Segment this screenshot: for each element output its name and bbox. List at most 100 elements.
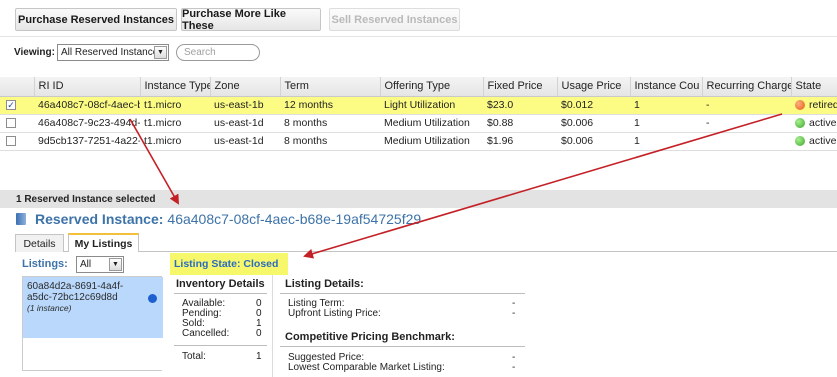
header-offering-type[interactable]: Offering Type: [380, 77, 484, 97]
upfront-price-value: -: [512, 308, 516, 319]
tab-my-listings[interactable]: My Listings: [68, 233, 139, 252]
cell-instance-count: 1: [630, 96, 702, 115]
state-label: active: [809, 135, 837, 147]
header-ri-id[interactable]: RI ID: [34, 77, 141, 97]
header-instance-count[interactable]: Instance Cou: [630, 77, 703, 97]
header-instance-type[interactable]: Instance Type: [140, 77, 211, 97]
search-input[interactable]: Search: [176, 44, 260, 61]
purchase-more-like-these-button[interactable]: Purchase More Like These: [181, 8, 321, 32]
cancelled-label: Cancelled:: [182, 328, 230, 339]
title-prefix: Reserved Instance:: [35, 211, 164, 227]
listing-id-line-1: 60a84d2a-8691-4a4f-: [27, 281, 124, 292]
chevron-down-icon[interactable]: ▼: [154, 46, 167, 59]
divider: [174, 345, 267, 346]
cell-usage-price: $0.006: [557, 114, 630, 133]
divider: [280, 293, 525, 294]
cell-zone: us-east-1d: [210, 114, 280, 133]
cell-ri-id: 46a408c7-08cf-4aec-b6: [34, 96, 140, 115]
header-select: [0, 77, 35, 97]
reserved-instances-table: RI ID Instance Type Zone Term Offering T…: [0, 77, 837, 151]
tab-details[interactable]: Details: [15, 234, 64, 252]
selection-summary-bar: 1 Reserved Instance selected: [0, 190, 837, 208]
cell-recurring-charges: -: [702, 96, 791, 115]
state-label: retired: [809, 99, 837, 111]
cell-instance-count: 1: [630, 132, 702, 151]
cell-term: 12 months: [280, 96, 380, 115]
cell-instance-count: 1: [630, 114, 702, 133]
status-active-icon: [795, 136, 805, 147]
list-item[interactable]: 60a84d2a-8691-4a4f- a5dc-72bc12c69d8d (1…: [23, 277, 163, 338]
cell-offering-type: Light Utilization: [380, 96, 483, 115]
listing-id-line-2: a5dc-72bc12c69d8d: [27, 292, 118, 303]
reserved-instance-icon: [16, 213, 26, 225]
total-label: Total:: [182, 351, 206, 362]
inventory-details-title: Inventory Details: [176, 278, 265, 290]
row-checkbox[interactable]: [6, 118, 16, 129]
header-state[interactable]: State: [791, 77, 837, 97]
detail-tabs: Details My Listings: [15, 232, 837, 252]
cell-fixed-price: $23.0: [483, 96, 557, 115]
cell-instance-type: t1.micro: [140, 132, 210, 151]
header-usage-price[interactable]: Usage Price: [557, 77, 631, 97]
table-row[interactable]: 46a408c7-9c23-494d-b t1.micro us-east-1d…: [0, 114, 837, 133]
cell-state: retired: [791, 96, 837, 115]
cell-recurring-charges: -: [702, 114, 791, 133]
divider: [272, 275, 273, 377]
cell-state: active: [791, 114, 837, 133]
cell-instance-type: t1.micro: [140, 96, 210, 115]
status-retired-icon: [795, 100, 805, 111]
cell-instance-type: t1.micro: [140, 114, 210, 133]
listings-filter-value: All: [80, 259, 92, 270]
divider: [174, 293, 267, 294]
lowest-listing-label: Lowest Comparable Market Listing:: [288, 362, 445, 373]
header-term[interactable]: Term: [280, 77, 381, 97]
header-recurring-charges[interactable]: Recurring Charges: [702, 77, 792, 97]
viewing-label: Viewing:: [14, 47, 55, 58]
cell-offering-type: Medium Utilization: [380, 132, 483, 151]
cell-term: 8 months: [280, 114, 380, 133]
cell-offering-type: Medium Utilization: [380, 114, 483, 133]
listing-instance-count: (1 instance): [27, 303, 72, 313]
cell-usage-price: $0.012: [557, 96, 630, 115]
viewing-select[interactable]: All Reserved Instances ▼: [57, 44, 169, 61]
lowest-listing-value: -: [512, 362, 516, 373]
page-title: Reserved Instance: 46a408c7-08cf-4aec-b6…: [16, 211, 421, 227]
cell-fixed-price: $1.96: [483, 132, 557, 151]
listings-list: 60a84d2a-8691-4a4f- a5dc-72bc12c69d8d (1…: [22, 276, 163, 371]
viewing-select-value: All Reserved Instances: [61, 47, 164, 58]
total-value: 1: [256, 351, 262, 362]
row-checkbox[interactable]: [6, 136, 16, 147]
table-row[interactable]: ✓ 46a408c7-08cf-4aec-b6 t1.micro us-east…: [0, 96, 837, 115]
row-checkbox[interactable]: ✓: [6, 100, 16, 111]
listing-details-title: Listing Details:: [285, 278, 364, 290]
cell-ri-id: 9d5cb137-7251-4a22-8: [34, 132, 140, 151]
cell-fixed-price: $0.88: [483, 114, 557, 133]
header-zone[interactable]: Zone: [210, 77, 281, 97]
listings-label: Listings:: [22, 258, 68, 270]
table-header: RI ID Instance Type Zone Term Offering T…: [0, 77, 837, 97]
cell-zone: us-east-1d: [210, 132, 280, 151]
cell-term: 8 months: [280, 132, 380, 151]
title-id: 46a408c7-08cf-4aec-b68e-19af54725f29: [167, 211, 422, 227]
viewing-filter-bar: Viewing: All Reserved Instances ▼ Search: [0, 36, 837, 66]
chevron-down-icon[interactable]: ▼: [109, 258, 122, 271]
cell-recurring-charges: [702, 132, 791, 151]
sell-reserved-instances-button: Sell Reserved Instances: [329, 8, 460, 31]
state-label: active: [809, 117, 837, 129]
toolbar: Purchase Reserved Instances Purchase Mor…: [0, 0, 837, 40]
listing-state-badge: Listing State: Closed: [170, 253, 288, 275]
divider: [280, 346, 525, 347]
cancelled-value: 0: [256, 328, 262, 339]
table-row[interactable]: 9d5cb137-7251-4a22-8 t1.micro us-east-1d…: [0, 132, 837, 151]
header-fixed-price[interactable]: Fixed Price: [483, 77, 558, 97]
cell-zone: us-east-1b: [210, 96, 280, 115]
cell-usage-price: $0.006: [557, 132, 630, 151]
pricing-benchmark-title: Competitive Pricing Benchmark:: [285, 331, 455, 343]
upfront-price-label: Upfront Listing Price:: [288, 308, 381, 319]
cell-state: active: [791, 132, 837, 151]
status-active-icon: [795, 118, 805, 129]
cell-ri-id: 46a408c7-9c23-494d-b: [34, 114, 140, 133]
purchase-reserved-instances-button[interactable]: Purchase Reserved Instances: [15, 8, 177, 31]
listings-filter-select[interactable]: All ▼: [76, 256, 124, 273]
listing-status-icon: [148, 294, 157, 303]
